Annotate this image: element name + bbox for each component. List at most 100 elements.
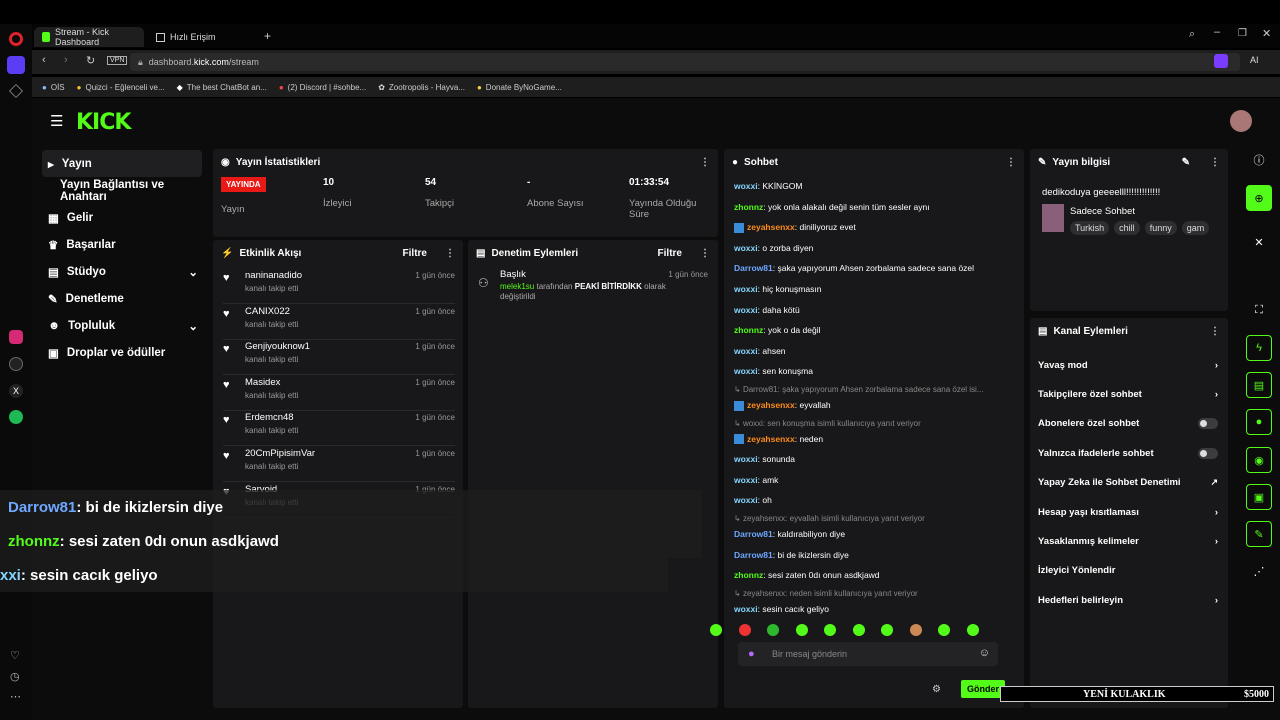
menu-icon[interactable]: ☰	[50, 112, 63, 130]
filter-button[interactable]: Filtre	[658, 248, 682, 259]
edit-icon[interactable]: ✎	[1182, 157, 1190, 168]
emoji-icon[interactable]: ☺	[979, 647, 990, 659]
emote-icon[interactable]	[710, 624, 722, 636]
tag[interactable]: gam	[1181, 221, 1210, 235]
activity-item[interactable]: ♥ CANIX022 kanalı takip etti 1 gün önce	[223, 304, 455, 340]
tag[interactable]: Turkish	[1070, 221, 1110, 235]
activity-item[interactable]: ♥ Masidex kanalı takip etti 1 gün önce	[223, 375, 455, 411]
reload-icon[interactable]: ↻	[86, 54, 95, 67]
wrench-icon[interactable]: ✎	[1246, 521, 1272, 547]
settings-icon[interactable]: ⚙	[932, 684, 941, 695]
channel-action-row[interactable]: Abonelere özel sohbet	[1038, 417, 1218, 431]
chat-message[interactable]: Darrow81: bi de ikizlersin diye	[734, 550, 849, 560]
chat-message[interactable]: woxxi: KKİNGOM	[734, 181, 803, 191]
vpn-badge[interactable]: VPN	[107, 56, 128, 65]
document-icon[interactable]: ▤	[1246, 372, 1272, 398]
chat-message[interactable]: zhonnz: sesi zaten 0dı onun asdkjawd	[734, 570, 880, 580]
tag[interactable]: funny	[1144, 221, 1177, 235]
mod-mode-icon[interactable]: ⊕	[1246, 185, 1272, 211]
home-icon[interactable]	[7, 56, 25, 74]
bookmark-2[interactable]: ● Quizci - Eğlenceli ve...	[77, 83, 165, 92]
nav-gelir[interactable]: ▦ Gelir	[42, 204, 202, 231]
video-icon[interactable]: ▣	[1246, 484, 1272, 510]
bookmark-3[interactable]: ◆ The best ChatBot an...	[177, 83, 267, 92]
tag[interactable]: chill	[1114, 221, 1140, 235]
chat-message[interactable]: woxxi: sesin cacık geliyo	[734, 604, 829, 614]
nav-denetleme[interactable]: ✎ Denetleme	[42, 285, 202, 312]
toggle-switch[interactable]	[1198, 418, 1218, 430]
chat-message[interactable]: zeyahsenxx: eyvallah	[734, 400, 831, 411]
close-icon[interactable]: ✕	[1262, 27, 1271, 40]
new-tab-icon[interactable]: +	[264, 29, 271, 43]
emote-icon[interactable]	[909, 624, 922, 636]
back-icon[interactable]: ‹	[42, 54, 46, 66]
channel-action-row[interactable]: Yavaş mod ›	[1038, 358, 1218, 372]
channel-action-row[interactable]: Yapay Zeka ile Sohbet Denetimi ↗	[1038, 476, 1218, 490]
activity-item[interactable]: ♥ naninanadido kanalı takip etti 1 gün ö…	[223, 268, 455, 304]
kebab-icon[interactable]: ⋮	[1210, 157, 1220, 168]
mic-icon[interactable]: ●	[748, 648, 755, 660]
broadcast-icon[interactable]: ◉	[1246, 447, 1272, 473]
emote-icon[interactable]	[966, 624, 979, 636]
minimize-icon[interactable]: –	[1214, 26, 1220, 38]
url-field[interactable]: 🔒︎ dashboard.kick.com/stream	[130, 53, 1240, 71]
chat-icon[interactable]: ●	[1246, 409, 1272, 435]
chat-message[interactable]: Darrow81: kaldırabiliyon diye	[734, 529, 845, 539]
emote-icon[interactable]	[881, 624, 893, 636]
restore-icon[interactable]: ❐	[1238, 28, 1247, 39]
channel-action-row[interactable]: Takipçilere özel sohbet ›	[1038, 387, 1218, 401]
filter-button[interactable]: Filtre	[403, 248, 427, 259]
info-icon[interactable]: ⓘ	[1246, 147, 1272, 173]
tiktok-icon[interactable]	[9, 357, 23, 371]
tab-stream[interactable]: Stream - Kick Dashboard	[34, 27, 144, 47]
chat-message[interactable]: woxxi: amk	[734, 475, 778, 485]
nav-topluluk[interactable]: ☻ Topluluk ⌄	[42, 312, 202, 339]
nav-basarilar[interactable]: ♛ Başarılar	[42, 231, 202, 258]
spotify-icon[interactable]	[9, 410, 23, 424]
bookmark-1[interactable]: ● OİS	[42, 83, 65, 92]
forward-icon[interactable]: ›	[64, 54, 68, 66]
kebab-icon[interactable]: ⋮	[700, 248, 710, 259]
avatar[interactable]	[1230, 110, 1252, 132]
kebab-icon[interactable]: ⋮	[1210, 326, 1220, 337]
bolt-icon[interactable]: ϟ	[1246, 335, 1272, 361]
activity-item[interactable]: ♥ 20CmPipisimVar kanalı takip etti 1 gün…	[223, 446, 455, 482]
close-rail-icon[interactable]: ✕	[1246, 229, 1272, 255]
bookmark-5[interactable]: ✿ Zootropolis - Hayva...	[378, 83, 465, 92]
fullscreen-icon[interactable]: ⛶	[1246, 297, 1272, 323]
share-icon[interactable]: ⋰	[1246, 558, 1272, 584]
x-icon[interactable]: X	[9, 384, 23, 398]
chat-message[interactable]: woxxi: ahsen	[734, 346, 786, 356]
opera-logo-icon[interactable]	[9, 32, 23, 46]
emote-icon[interactable]	[738, 624, 751, 636]
instagram-icon[interactable]	[9, 330, 23, 344]
emote-icon[interactable]	[824, 624, 836, 636]
chat-message[interactable]: zeyahsenxx: diniliyoruz evet	[734, 222, 856, 233]
clock-icon[interactable]: ◷	[10, 670, 20, 683]
chat-message[interactable]: woxxi: sen konuşma	[734, 366, 813, 376]
category-name[interactable]: Sadece Sohbet	[1070, 206, 1135, 217]
emote-icon[interactable]	[795, 624, 808, 636]
chat-message[interactable]: zhonnz: yok onla alakalı değil senin tüm…	[734, 202, 930, 212]
emote-icon[interactable]	[852, 624, 865, 636]
nav-yayin[interactable]: ▸ Yayın	[42, 150, 202, 177]
chat-message[interactable]: zeyahsenxx: neden	[734, 434, 823, 445]
emote-icon[interactable]	[767, 624, 779, 636]
search-icon[interactable]: ⌕	[1189, 28, 1195, 41]
chat-message[interactable]: woxxi: daha kötü	[734, 305, 800, 315]
nav-stream-key[interactable]: Yayın Bağlantısı ve Anahtarı	[42, 177, 202, 204]
extension-icon[interactable]	[1214, 54, 1228, 68]
kebab-icon[interactable]: ⋮	[700, 157, 710, 168]
channel-action-row[interactable]: Hesap yaşı kısıtlaması ›	[1038, 505, 1218, 519]
bookmark-6[interactable]: ● Donate ByNoGame...	[477, 83, 562, 92]
chat-message[interactable]: zhonnz: yok o da değil	[734, 325, 820, 335]
channel-action-row[interactable]: Yalnızca ifadelerle sohbet	[1038, 446, 1218, 460]
more-icon[interactable]: ⋯	[10, 690, 21, 703]
activity-item[interactable]: ♥ Erdemcn48 kanalı takip etti 1 gün önce	[223, 410, 455, 447]
tab-quick-access[interactable]: Hızlı Erişim	[148, 27, 258, 47]
pin-icon[interactable]	[9, 84, 23, 98]
chat-message[interactable]: Darrow81: şaka yapıyorum Ahsen zorbalama…	[734, 263, 974, 273]
chat-input[interactable]: ● Bir mesaj gönderin ☺	[738, 642, 998, 666]
kebab-icon[interactable]: ⋮	[1006, 157, 1016, 168]
kick-logo[interactable]: KICK	[76, 110, 131, 135]
